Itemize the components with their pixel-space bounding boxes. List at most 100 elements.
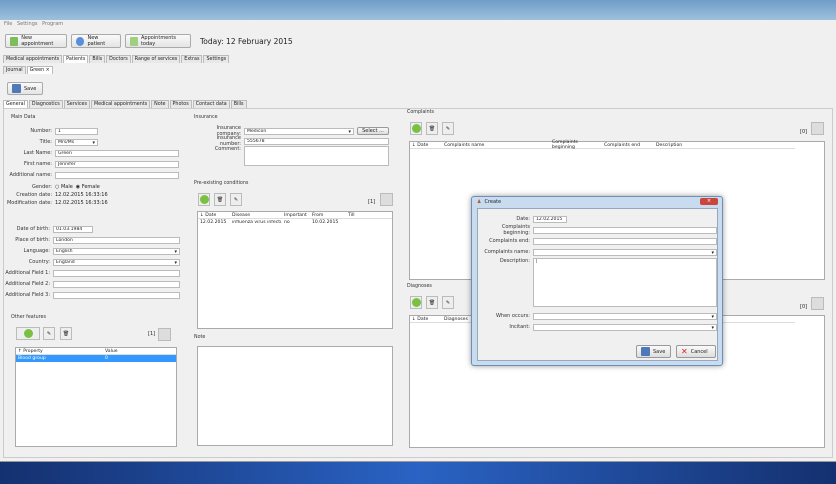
complaints-name-header[interactable]: Complaints name [442, 143, 550, 148]
tab-doctors[interactable]: Doctors [106, 55, 131, 63]
additional-field-3[interactable] [53, 291, 180, 299]
appointments-today-button[interactable]: Appointments today [125, 34, 191, 48]
menu-settings[interactable]: Settings [17, 21, 38, 27]
add-diagnosis-button[interactable] [410, 296, 422, 309]
additional-name-field[interactable] [55, 171, 179, 179]
from-header[interactable]: From [310, 213, 346, 218]
tab-journal[interactable]: Journal [3, 66, 26, 74]
name-label: Complaints name: [484, 249, 530, 255]
add-button[interactable] [16, 327, 40, 340]
tab-diagnostics[interactable]: Diagnostics [28, 100, 63, 108]
dob-field[interactable]: 01.03.1984 [53, 225, 93, 233]
add-complaint-button[interactable] [410, 122, 422, 135]
floppy-disk-icon [12, 84, 21, 93]
additional-field-1[interactable] [53, 269, 180, 277]
gender-female-radio[interactable]: ◉ Female [76, 184, 100, 190]
menu-bar: File Settings Program [4, 21, 66, 27]
value-header[interactable]: Value [103, 349, 118, 354]
close-tab-icon[interactable]: × [46, 68, 50, 73]
property-header[interactable]: ↑ Property [16, 349, 103, 354]
note-field[interactable] [197, 346, 393, 446]
incitant-select[interactable] [533, 323, 717, 331]
additional-field-2[interactable] [53, 280, 180, 288]
person-icon [76, 36, 85, 46]
delete-condition-button[interactable]: 🗑 [214, 193, 226, 206]
date-header[interactable]: ↓ Date [410, 143, 442, 148]
date-header[interactable]: ↓ Date [410, 317, 442, 322]
disease-header[interactable]: Disease [230, 213, 282, 218]
tab-range-of-services[interactable]: Range of services [131, 55, 181, 63]
language-select[interactable]: English [53, 247, 180, 255]
table-row[interactable]: 12.02.2015 influenza virus infecti... no 10… [198, 219, 392, 226]
tab-general[interactable]: General [3, 100, 28, 108]
add-condition-button[interactable] [198, 193, 210, 206]
description-header[interactable]: Description [654, 143, 682, 148]
beginning-label: Complaints beginning: [501, 224, 530, 236]
tab-bills-patient[interactable]: Bills [230, 100, 247, 108]
tab-extras[interactable]: Extras [181, 55, 203, 63]
table-row[interactable]: Blood group 0 [16, 355, 176, 362]
pob-field[interactable]: London [53, 236, 180, 244]
delete-complaint-button[interactable]: 🗑 [426, 122, 438, 135]
settings-gear-icon[interactable] [158, 328, 171, 341]
gender-male-radio[interactable]: ○ Male [55, 184, 73, 190]
edit-button[interactable]: ✎ [43, 327, 55, 340]
tab-patients[interactable]: Patients [63, 55, 89, 63]
date-header[interactable]: ↓ Date [198, 213, 230, 218]
number-field[interactable]: 1 [55, 127, 98, 135]
other-features-title: Other features [11, 315, 46, 320]
save-button[interactable]: Save [7, 82, 43, 95]
tab-services[interactable]: Services [63, 100, 90, 108]
diagnoses-header[interactable]: Diagnoses [442, 317, 468, 322]
date-cell: 12.02.2015 [200, 220, 227, 225]
tab-contact-data[interactable]: Contact data [192, 100, 230, 108]
new-appointment-button[interactable]: New appointment [5, 34, 67, 48]
edit-diagnosis-button[interactable]: ✎ [442, 296, 454, 309]
complaints-name-select[interactable] [533, 248, 717, 256]
settings-gear-icon[interactable] [811, 297, 824, 310]
edit-condition-button[interactable]: ✎ [230, 193, 242, 206]
main-data-title: Main Data [11, 115, 36, 120]
tab-photos[interactable]: Photos [169, 100, 192, 108]
country-select[interactable]: England [53, 258, 180, 266]
important-header[interactable]: Important [282, 213, 310, 218]
first-name-field[interactable]: Jennifer [55, 160, 179, 168]
tab-settings[interactable]: Settings [203, 55, 230, 63]
menu-program[interactable]: Program [42, 21, 63, 27]
settings-gear-icon[interactable] [811, 122, 824, 135]
complaints-beginning-field[interactable] [533, 226, 717, 234]
patient-detail-tabs: General Diagnostics Services Medical app… [3, 100, 248, 108]
new-patient-button[interactable]: New patient [71, 34, 121, 48]
tab-medical-appointments[interactable]: Medical appointments [3, 55, 63, 63]
diagnoses-count: [0] [800, 304, 808, 310]
till-header[interactable]: Till [346, 213, 355, 218]
when-occurs-select[interactable] [533, 312, 717, 320]
complaints-end-field[interactable] [533, 237, 717, 245]
description-field[interactable]: | [533, 258, 717, 307]
title-select[interactable]: Mrs/Ms [55, 138, 98, 146]
tab-medical-appointments-patient[interactable]: Medical appointments [90, 100, 151, 108]
insurance-number-field[interactable]: 555678 [244, 137, 389, 145]
tab-green[interactable]: Green × [26, 66, 53, 74]
complaints-beginning-header[interactable]: Complaints beginning [550, 140, 602, 150]
tab-bills[interactable]: Bills [89, 55, 106, 63]
settings-gear-icon[interactable] [380, 193, 393, 206]
delete-diagnosis-button[interactable]: 🗑 [426, 296, 438, 309]
menu-file[interactable]: File [4, 21, 12, 27]
comment-field[interactable] [244, 146, 389, 166]
complaints-end-header[interactable]: Complaints end [602, 143, 654, 148]
dialog-cancel-button[interactable]: ✕ Cancel [676, 345, 716, 358]
select-button[interactable]: Select ... [357, 127, 389, 135]
modification-date-label: Modification date: [6, 200, 52, 206]
insurance-company-select[interactable]: Medicon [244, 127, 354, 135]
last-name-field[interactable]: Green [55, 149, 179, 157]
edit-icon: ✎ [46, 330, 52, 337]
delete-button[interactable]: 🗑 [60, 327, 72, 340]
date-field[interactable]: 12.02.2015 [533, 215, 567, 223]
close-dialog-button[interactable]: × [700, 198, 718, 205]
create-dialog: ♟ Create × Date: 12.02.2015 Complaints beg… [471, 196, 723, 366]
tab-note[interactable]: Note [151, 100, 169, 108]
dialog-save-button[interactable]: Save [636, 345, 671, 358]
edit-complaint-button[interactable]: ✎ [442, 122, 454, 135]
app-icon: ♟ [477, 199, 482, 205]
